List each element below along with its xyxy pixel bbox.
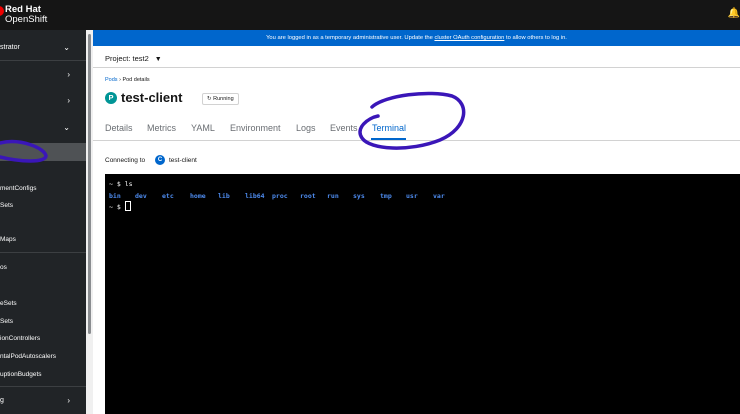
terminal-dir: run	[327, 192, 339, 200]
main-content: You are logged in as a temporary adminis…	[93, 30, 740, 414]
sidebar-item-cronjobs[interactable]: os	[0, 264, 86, 271]
terminal-dir: proc	[272, 192, 288, 200]
banner-text-end: to allow others to log in.	[506, 35, 567, 41]
breadcrumb-pods-link[interactable]: Pods	[105, 77, 118, 83]
status-badge: ↻ Running	[202, 93, 239, 105]
terminal-dir: usr	[406, 192, 418, 200]
terminal-cursor	[124, 201, 131, 211]
sidebar-divider	[0, 386, 86, 387]
breadcrumb: Pods › Pod details	[105, 77, 150, 83]
chevron-right-icon[interactable]: ›	[67, 70, 70, 79]
tabs-divider	[93, 140, 740, 141]
sidebar-item-deploymentconfigs[interactable]: mentConfigs	[0, 185, 86, 192]
sidebar-item-pods-active[interactable]	[0, 143, 86, 161]
sidebar-divider	[0, 252, 86, 253]
terminal-command-line: ~ $ ls	[109, 180, 133, 188]
scrollbar-thumb[interactable]	[88, 34, 91, 334]
container-badge: C	[155, 155, 165, 165]
project-selector[interactable]: Project: test2 ▼	[105, 54, 162, 63]
sidebar: strator ⌄ › › ⌄ mentConfigs Sets Maps os…	[0, 30, 86, 414]
banner-text: You are logged in as a temporary adminis…	[266, 35, 433, 41]
admin-banner: You are logged in as a temporary adminis…	[93, 30, 740, 46]
pod-resource-badge: P	[105, 92, 117, 104]
terminal-dir: dev	[135, 192, 147, 200]
sidebar-item-hpa[interactable]: ntalPodAutoscalers	[0, 353, 86, 360]
sidebar-divider	[0, 60, 86, 61]
breadcrumb-current: Pod details	[122, 77, 150, 83]
tab-metrics[interactable]: Metrics	[147, 123, 176, 133]
connecting-label: Connecting to	[105, 157, 146, 164]
terminal-dir: lib64	[245, 192, 265, 200]
terminal[interactable]: ~ $ ls bin dev etc home lib lib64 proc r…	[105, 174, 740, 414]
terminal-dir: root	[300, 192, 316, 200]
status-text: Running	[213, 96, 234, 102]
logo-line-2: OpenShift	[5, 14, 48, 25]
terminal-dir: bin	[109, 192, 121, 200]
terminal-dir: sys	[353, 192, 365, 200]
terminal-prompt-line: ~ $	[109, 201, 131, 211]
sync-icon: ↻	[207, 96, 212, 102]
tab-yaml[interactable]: YAML	[191, 123, 215, 133]
terminal-dir: tmp	[380, 192, 392, 200]
chevron-down-icon[interactable]: ⌄	[63, 43, 70, 52]
tab-details[interactable]: Details	[105, 123, 133, 133]
chevron-right-icon[interactable]: ›	[67, 96, 70, 105]
divider	[93, 67, 740, 68]
chevron-right-icon[interactable]: ›	[67, 396, 70, 405]
sidebar-item-statefulsets[interactable]: Sets	[0, 202, 86, 209]
redhat-hat-icon	[0, 6, 4, 16]
perspective-switcher[interactable]: strator	[0, 44, 86, 51]
terminal-dir: var	[433, 192, 445, 200]
oauth-config-link[interactable]: cluster OAuth configuration	[434, 35, 504, 41]
page-title: test-client	[121, 90, 183, 105]
tab-terminal[interactable]: Terminal	[372, 123, 406, 133]
sidebar-item-networking[interactable]: g	[0, 397, 86, 404]
terminal-dir: etc	[162, 192, 174, 200]
sidebar-item-daemonsets[interactable]: eSets	[0, 300, 86, 307]
sidebar-item-configmaps[interactable]: Maps	[0, 236, 86, 243]
perspective-label: strator	[0, 44, 20, 51]
chevron-down-icon[interactable]: ⌄	[63, 123, 70, 132]
terminal-dir: lib	[218, 192, 230, 200]
tab-logs[interactable]: Logs	[296, 123, 316, 133]
project-label: Project: test2	[105, 54, 149, 63]
bell-icon[interactable]: 🔔	[728, 8, 740, 19]
sidebar-item-replicationcontrollers[interactable]: ionControllers	[0, 335, 86, 342]
terminal-dir: home	[190, 192, 206, 200]
tab-events[interactable]: Events	[330, 123, 358, 133]
caret-down-icon: ▼	[154, 56, 162, 63]
tab-environment[interactable]: Environment	[230, 123, 281, 133]
masthead: Red Hat OpenShift 🔔	[0, 0, 740, 30]
sidebar-item-pdb[interactable]: uptionBudgets	[0, 371, 86, 378]
sidebar-item-replicasets[interactable]: Sets	[0, 318, 86, 325]
container-name[interactable]: test-client	[169, 157, 197, 164]
terminal-prompt: ~ $	[109, 203, 125, 211]
